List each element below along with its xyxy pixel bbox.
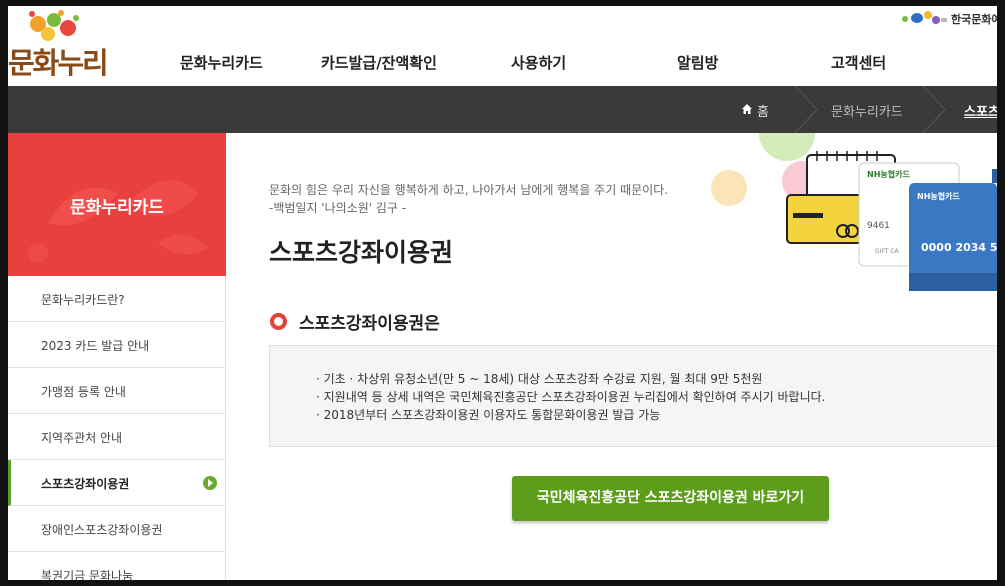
nav-item-usage[interactable]: 사용하기 xyxy=(511,52,566,73)
sidebar-item-disabled-sports[interactable]: 장애인스포츠강좌이용권 xyxy=(8,506,225,552)
quote-author: -백범일지 '나의소원' 김구 - xyxy=(269,201,407,215)
app-frame: 문화누리 문화누리카드 카드발급/잔액확인 사용하기 알림방 고객센터 한국문화… xyxy=(8,6,997,580)
breadcrumb-home[interactable]: 홈 xyxy=(757,101,769,120)
sidebar-item-label: 복권기금 문화나눔 xyxy=(41,569,134,580)
card2-bank-label: NH농협카드 xyxy=(917,192,960,201)
info-line: · 기초 · 차상위 유청소년(만 5 ~ 18세) 대상 스포츠강좌 수강료 … xyxy=(316,372,763,386)
sidebar-header: 문화누리카드 xyxy=(8,133,226,276)
sidebar-item-label: 장애인스포츠강좌이용권 xyxy=(41,523,163,537)
card1-bank-label: NH농협카드 xyxy=(867,170,910,179)
nav-item-card[interactable]: 문화누리카드 xyxy=(180,52,263,73)
top-brand-link[interactable]: 한국문화예 xyxy=(901,8,997,28)
card1-number: 9461 xyxy=(867,221,890,231)
sidebar-item-label: 문화누리카드란? xyxy=(41,293,125,307)
card2-number: 0000 2034 56 xyxy=(921,241,997,254)
play-arrow-icon xyxy=(203,476,217,490)
card-illustration: NH농협카드 9461 GIFT CA NH농협카드 0000 2034 56 xyxy=(707,133,997,298)
site-logo[interactable]: 문화누리 xyxy=(8,10,118,80)
sidebar-title: 문화누리카드 xyxy=(70,198,164,218)
nav-item-issue[interactable]: 카드발급/잔액확인 xyxy=(321,52,437,73)
breadcrumb-current[interactable]: 스포츠 xyxy=(964,101,997,120)
card-illustration-icon xyxy=(711,133,997,291)
info-line: · 2018년부터 스포츠강좌이용권 이용자도 통합문화이용권 발급 가능 xyxy=(316,408,661,422)
sidebar: 문화누리카드 문화누리카드란? 2023 카드 발급 안내 가맹점 등록 안내 … xyxy=(8,133,226,580)
card1-small-label: GIFT CA xyxy=(875,248,899,255)
sidebar-item-label: 스포츠강좌이용권 xyxy=(41,477,130,491)
sidebar-item-lottery[interactable]: 복권기금 문화나눔 xyxy=(8,552,225,580)
sidebar-item-label: 2023 카드 발급 안내 xyxy=(41,339,150,353)
sidebar-item-sports[interactable]: 스포츠강좌이용권 xyxy=(8,460,225,506)
breadcrumb-separator-icon xyxy=(794,86,818,133)
sidebar-item-merchant[interactable]: 가맹점 등록 안내 xyxy=(8,368,225,414)
sidebar-item-region[interactable]: 지역주관처 안내 xyxy=(8,414,225,460)
breadcrumb: 홈 문화누리카드 스포츠 xyxy=(8,86,997,133)
quote-text: 문화의 힘은 우리 자신을 행복하게 하고, 나아가서 남에게 행복을 주기 때… xyxy=(269,183,669,197)
top-brand-text: 한국문화예 xyxy=(951,13,997,26)
info-line: · 지원내역 등 상세 내역은 국민체육진흥공단 스포츠강좌이용권 누리집에서 … xyxy=(316,390,826,404)
home-icon xyxy=(742,104,752,114)
logo-text: 문화누리 xyxy=(8,46,109,80)
main-content: 문화의 힘은 우리 자신을 행복하게 하고, 나아가서 남에게 행복을 주기 때… xyxy=(227,133,997,580)
nav-item-support[interactable]: 고객센터 xyxy=(831,52,886,73)
sidebar-item-label: 지역주관처 안내 xyxy=(41,431,123,445)
sidebar-item-label: 가맹점 등록 안내 xyxy=(41,385,126,399)
section-title: 스포츠강좌이용권은 xyxy=(299,314,440,334)
breadcrumb-level1[interactable]: 문화누리카드 xyxy=(831,101,903,120)
section-bullet-icon xyxy=(270,313,287,330)
info-box: · 기초 · 차상위 유청소년(만 5 ~ 18세) 대상 스포츠강좌 수강료 … xyxy=(269,345,997,447)
site-header: 문화누리 문화누리카드 카드발급/잔액확인 사용하기 알림방 고객센터 한국문화… xyxy=(8,6,997,86)
sports-voucher-link-button[interactable]: 국민체육진흥공단 스포츠강좌이용권 바로가기 xyxy=(512,476,829,521)
brand-dots-icon xyxy=(902,11,947,24)
sidebar-item-issue-guide[interactable]: 2023 카드 발급 안내 xyxy=(8,322,225,368)
sidebar-item-about[interactable]: 문화누리카드란? xyxy=(8,276,225,322)
nav-item-notice[interactable]: 알림방 xyxy=(677,52,718,73)
page-title: 스포츠강좌이용권 xyxy=(269,238,454,267)
breadcrumb-separator-icon xyxy=(922,86,946,133)
